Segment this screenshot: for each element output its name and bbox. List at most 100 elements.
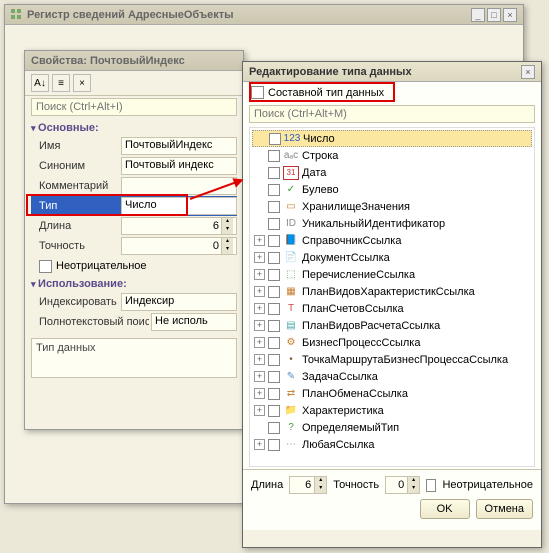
name-field[interactable]: ПочтовыйИндекс xyxy=(121,137,237,155)
precision-down[interactable]: ▾ xyxy=(221,246,233,254)
comment-field[interactable] xyxy=(121,177,237,195)
length-up[interactable]: ▴ xyxy=(221,218,233,226)
expand-icon[interactable]: + xyxy=(254,354,265,365)
type-item-2[interactable]: 31Дата xyxy=(250,164,534,181)
props-search-input[interactable] xyxy=(31,98,237,116)
types-length-label: Длина xyxy=(251,479,283,491)
expand-icon[interactable]: + xyxy=(254,337,265,348)
type-item-1[interactable]: aₐcСтрока xyxy=(250,147,534,164)
expand-icon[interactable]: + xyxy=(254,303,265,314)
type-checkbox[interactable] xyxy=(269,133,281,145)
type-checkbox[interactable] xyxy=(268,150,280,162)
type-item-5[interactable]: IDУникальныйИдентификатор xyxy=(250,215,534,232)
type-checkbox[interactable] xyxy=(268,235,280,247)
type-checkbox[interactable] xyxy=(268,269,280,281)
type-checkbox[interactable] xyxy=(268,303,280,315)
ok-button[interactable]: OK xyxy=(420,499,470,519)
expand-icon[interactable]: + xyxy=(254,439,265,450)
type-checkbox[interactable] xyxy=(268,388,280,400)
type-item-15[interactable]: +⇄ПланОбменаСсылка xyxy=(250,385,534,402)
types-nonneg-label: Неотрицательное xyxy=(442,479,533,491)
expand-icon[interactable]: + xyxy=(254,405,265,416)
type-icon: 31 xyxy=(283,166,299,180)
type-checkbox[interactable] xyxy=(268,252,280,264)
type-checkbox[interactable] xyxy=(268,201,280,213)
type-item-9[interactable]: + ▦ПланВидовХарактеристикСсылка xyxy=(250,283,534,300)
nonneg-checkbox[interactable] xyxy=(39,260,52,273)
close-button[interactable]: × xyxy=(503,8,517,22)
type-item-0[interactable]: 123Число xyxy=(252,130,532,147)
type-checkbox[interactable] xyxy=(268,439,280,451)
fulltext-field[interactable]: Не исполь xyxy=(151,313,237,331)
type-field[interactable]: Число xyxy=(121,197,237,215)
synonym-field[interactable]: Почтовый индекс xyxy=(121,157,237,175)
type-checkbox[interactable] xyxy=(268,354,280,366)
type-item-11[interactable]: +▤ПланВидовРасчетаСсылка xyxy=(250,317,534,334)
type-icon: ▦ xyxy=(283,285,299,299)
types-length-field[interactable]: 6 ▴▾ xyxy=(289,476,327,494)
minimize-button[interactable]: _ xyxy=(471,8,485,22)
type-label: ПланВидовХарактеристикСсылка xyxy=(302,286,475,298)
types-precision-field[interactable]: 0 ▴▾ xyxy=(385,476,420,494)
expand-icon[interactable]: + xyxy=(254,286,265,297)
type-checkbox[interactable] xyxy=(268,218,280,230)
type-item-17[interactable]: ?ОпределяемыйТип xyxy=(250,419,534,436)
type-editor-window: Редактирование типа данных × Составной т… xyxy=(242,61,542,548)
type-label: СправочникСсылка xyxy=(302,235,401,247)
categorize-button[interactable]: ≡ xyxy=(52,74,70,92)
type-checkbox[interactable] xyxy=(268,422,280,434)
type-item-10[interactable]: +TПланСчетовСсылка xyxy=(250,300,534,317)
times-button[interactable]: × xyxy=(73,74,91,92)
type-icon: 📁 xyxy=(283,404,299,418)
expand-icon[interactable]: + xyxy=(254,252,265,263)
comment-label: Комментарий xyxy=(31,180,119,192)
type-item-16[interactable]: +📁Характеристика xyxy=(250,402,534,419)
expand-icon[interactable]: + xyxy=(254,235,265,246)
type-label: Дата xyxy=(302,167,326,179)
type-checkbox[interactable] xyxy=(268,167,280,179)
type-item-8[interactable]: +⬚ПеречислениеСсылка xyxy=(250,266,534,283)
type-checkbox[interactable] xyxy=(268,337,280,349)
type-checkbox[interactable] xyxy=(268,405,280,417)
types-titlebar: Редактирование типа данных × xyxy=(243,62,541,82)
types-close-button[interactable]: × xyxy=(521,65,535,79)
type-label: ЛюбаяСсылка xyxy=(302,439,375,451)
length-field[interactable]: 6 ▴▾ xyxy=(121,217,237,235)
type-item-18[interactable]: +⋯ЛюбаяСсылка xyxy=(250,436,534,453)
type-label: Строка xyxy=(302,150,338,162)
compound-checkbox[interactable] xyxy=(251,86,264,99)
fulltext-label: Полнотекстовый поиск xyxy=(31,316,149,328)
index-field[interactable]: Индексир xyxy=(121,293,237,311)
precision-up[interactable]: ▴ xyxy=(221,238,233,246)
type-checkbox[interactable] xyxy=(268,286,280,298)
expand-icon[interactable]: + xyxy=(254,269,265,280)
type-item-6[interactable]: +📘СправочникСсылка xyxy=(250,232,534,249)
type-label: ПланВидовРасчетаСсылка xyxy=(302,320,440,332)
type-item-7[interactable]: +📄ДокументСсылка xyxy=(250,249,534,266)
length-down[interactable]: ▾ xyxy=(221,226,233,234)
expand-icon[interactable]: + xyxy=(254,320,265,331)
expand-icon[interactable]: + xyxy=(254,371,265,382)
type-checkbox[interactable] xyxy=(268,371,280,383)
section-usage[interactable]: Использование: xyxy=(31,276,237,292)
type-item-13[interactable]: +•ТочкаМаршрутаБизнесПроцессаСсылка xyxy=(250,351,534,368)
cancel-button[interactable]: Отмена xyxy=(476,499,533,519)
section-main[interactable]: Основные: xyxy=(31,120,237,136)
type-label: ПланСчетовСсылка xyxy=(302,303,404,315)
type-checkbox[interactable] xyxy=(268,184,280,196)
type-item-12[interactable]: +⚙БизнесПроцессСсылка xyxy=(250,334,534,351)
expand-icon[interactable]: + xyxy=(254,388,265,399)
types-nonneg-checkbox[interactable] xyxy=(426,479,436,492)
types-search-input[interactable] xyxy=(249,105,535,123)
sort-az-button[interactable]: A↓ xyxy=(31,74,49,92)
type-tree[interactable]: 123ЧислоaₐcСтрока31Дата✓Булево▭Хранилище… xyxy=(249,127,535,467)
type-label: ТочкаМаршрутаБизнесПроцессаСсылка xyxy=(302,354,508,366)
type-item-14[interactable]: +✎ЗадачаСсылка xyxy=(250,368,534,385)
type-checkbox[interactable] xyxy=(268,320,280,332)
type-item-3[interactable]: ✓Булево xyxy=(250,181,534,198)
precision-field[interactable]: 0 ▴▾ xyxy=(121,237,237,255)
length-label: Длина xyxy=(31,220,119,232)
type-item-4[interactable]: ▭ХранилищеЗначения xyxy=(250,198,534,215)
expand-icon xyxy=(254,150,265,161)
maximize-button[interactable]: □ xyxy=(487,8,501,22)
